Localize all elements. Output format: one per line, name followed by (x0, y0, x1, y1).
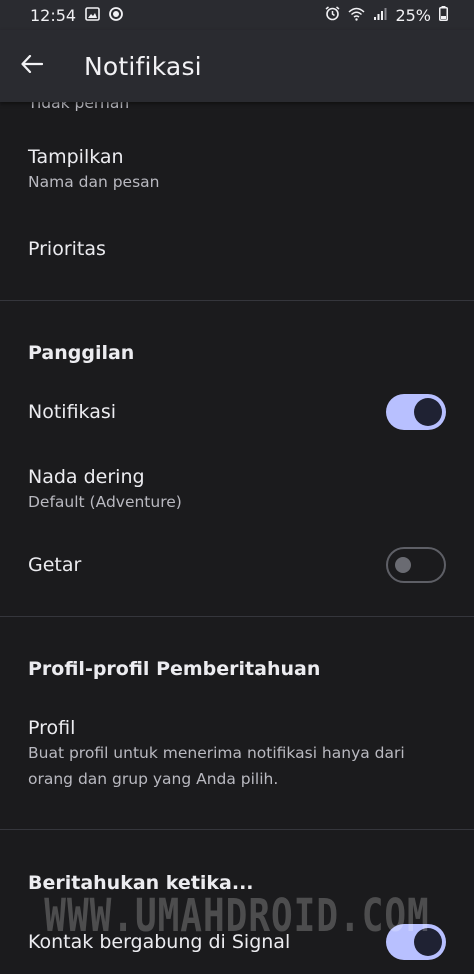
watermark: WWW.UMAHDROID.COM (44, 890, 430, 943)
vibrate-toggle[interactable] (386, 547, 446, 583)
status-right: 25% (325, 5, 448, 25)
vibrate-label[interactable]: Getar (28, 554, 446, 576)
status-left: 12:54 (30, 5, 124, 25)
chat-bubble-icon (109, 6, 124, 25)
profile-description-line1: Buat profil untuk menerima notifikasi ha… (28, 744, 405, 762)
page-title: Notifikasi (84, 51, 202, 81)
show-setting-value: Nama dan pesan (28, 173, 160, 191)
status-time: 12:54 (30, 5, 77, 25)
section-divider (0, 616, 474, 617)
calls-section-header: Panggilan (28, 342, 135, 364)
battery-percent: 25% (395, 5, 431, 25)
battery-icon (439, 5, 448, 25)
back-button[interactable] (0, 30, 64, 102)
call-notifications-label[interactable]: Notifikasi (28, 401, 446, 423)
call-notifications-toggle[interactable] (386, 394, 446, 430)
toggle-knob (395, 557, 411, 573)
ringtone-setting[interactable]: Nada dering Default (Adventure) (28, 466, 446, 522)
image-icon (85, 6, 100, 25)
alarm-icon (325, 5, 340, 25)
section-divider (0, 300, 474, 301)
ringtone-label: Nada dering (28, 466, 145, 488)
section-divider (0, 829, 474, 830)
wifi-icon (348, 6, 365, 25)
status-bar: 12:54 25% (0, 0, 474, 30)
show-setting[interactable]: Tampilkan Nama dan pesan (28, 146, 446, 202)
show-setting-label: Tampilkan (28, 146, 124, 168)
app-bar: Notifikasi (0, 30, 474, 102)
profile-description-line2: orang dan grup yang Anda pilih. (28, 770, 279, 788)
toggle-knob (414, 398, 442, 426)
arrow-left-icon (21, 54, 44, 77)
ringtone-value: Default (Adventure) (28, 493, 182, 511)
profile-setting[interactable]: Profil Buat profil untuk menerima notifi… (28, 717, 446, 792)
priority-setting[interactable]: Prioritas (28, 238, 446, 260)
profile-label: Profil (28, 717, 76, 739)
signal-icon (373, 6, 387, 25)
profiles-section-header: Profil-profil Pemberitahuan (28, 658, 321, 680)
